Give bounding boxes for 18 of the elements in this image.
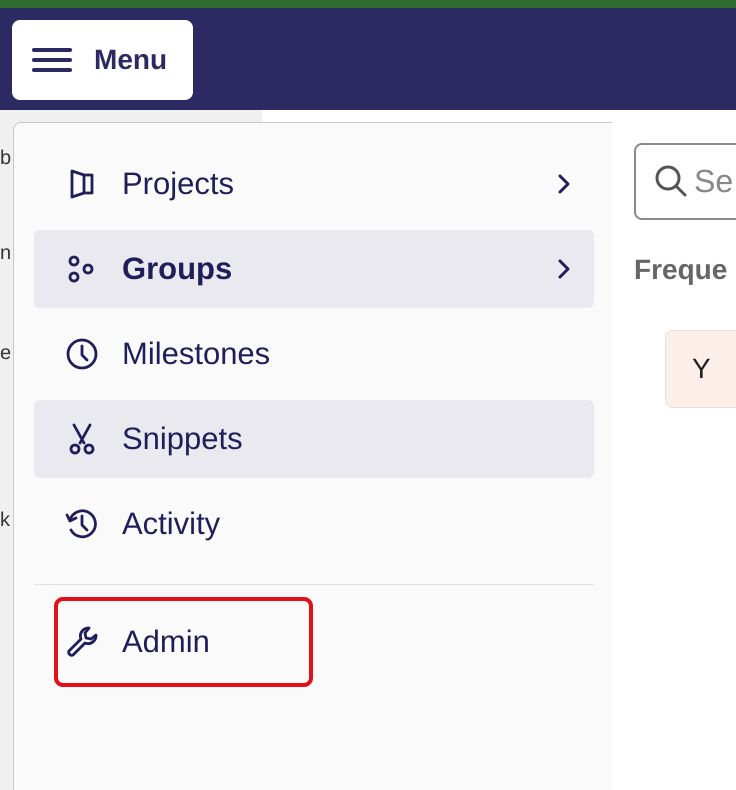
- clock-icon: [64, 336, 100, 372]
- section-heading: Freque: [634, 254, 728, 286]
- search-icon: [654, 164, 688, 198]
- menu-icon: [32, 47, 72, 73]
- menu-item[interactable]: Activity: [34, 485, 594, 563]
- highlight-frame: Admin: [54, 597, 313, 687]
- menu-item[interactable]: Groups: [34, 230, 594, 308]
- filter-chip[interactable]: Y: [665, 330, 736, 408]
- menu-item[interactable]: Milestones: [34, 315, 594, 393]
- page-text: k: [0, 509, 11, 533]
- menu-button[interactable]: Menu: [12, 20, 193, 100]
- menu-item[interactable]: Projects: [34, 145, 594, 223]
- page-text: b: [0, 147, 12, 171]
- search-field[interactable]: Se: [634, 143, 736, 220]
- menu-item[interactable]: Admin: [34, 592, 594, 692]
- page-text: n: [0, 242, 12, 266]
- page-text: e: [0, 342, 12, 366]
- menu-item[interactable]: Snippets: [34, 400, 594, 478]
